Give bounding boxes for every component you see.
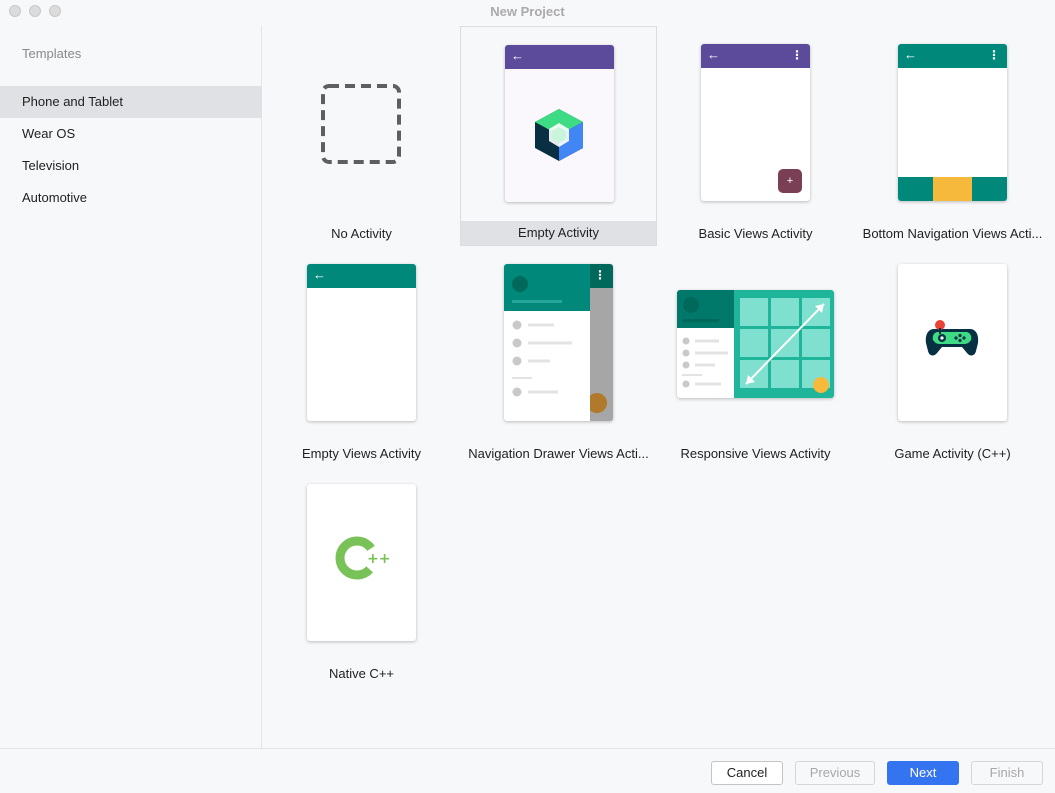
phone-preview: ← ⋮ + — [701, 44, 810, 201]
bottom-navigation-bar — [898, 177, 1007, 201]
cpp-logo-icon: ++ — [335, 536, 390, 580]
game-controller-icon — [925, 320, 979, 356]
app-bar: ⋮ — [590, 264, 613, 288]
sidebar-item-phone-and-tablet[interactable]: Phone and Tablet — [0, 86, 262, 118]
title-bar: New Project — [0, 0, 1055, 24]
phone-preview: ← — [307, 264, 416, 421]
drawer-menu-items — [512, 320, 572, 397]
fab-icon — [587, 393, 607, 413]
sidebar-item-television[interactable]: Television — [0, 150, 262, 182]
next-button[interactable]: Next — [887, 761, 959, 785]
template-label: Navigation Drawer Views Acti... — [468, 446, 649, 461]
finish-button[interactable]: Finish — [971, 761, 1043, 785]
list-items — [682, 337, 728, 388]
back-arrow-icon: ← — [511, 48, 524, 63]
template-gallery: No Activity ← Empty Activity ← ⋮ + Basic… — [263, 26, 1055, 748]
template-category-sidebar: Templates Phone and Tablet Wear OS Telev… — [0, 26, 262, 748]
svg-text:++: ++ — [367, 551, 390, 567]
template-label: Native C++ — [328, 666, 395, 681]
fab-plus-icon: + — [778, 169, 802, 193]
empty-dashed-square-icon — [321, 84, 401, 164]
template-basic-views-activity[interactable]: ← ⋮ + Basic Views Activity — [657, 26, 854, 246]
template-label: Basic Views Activity — [698, 226, 813, 241]
overflow-menu-icon: ⋮ — [594, 268, 606, 282]
drawer-header — [504, 264, 590, 311]
app-bar: ← ⋮ — [701, 44, 810, 68]
back-arrow-icon: ← — [904, 47, 917, 62]
jetpack-compose-logo-icon — [535, 109, 583, 161]
template-responsive-views-activity[interactable]: Responsive Views Activity — [657, 246, 854, 466]
back-arrow-icon: ← — [707, 47, 720, 62]
template-game-activity-cpp[interactable]: Game Activity (C++) — [854, 246, 1051, 466]
avatar — [512, 276, 528, 292]
template-label: Empty Views Activity — [302, 446, 421, 461]
template-label: No Activity — [331, 226, 392, 241]
sidebar-item-automotive[interactable]: Automotive — [0, 182, 262, 214]
template-label: Bottom Navigation Views Acti... — [862, 226, 1043, 241]
dialog-footer: Cancel Previous Next Finish — [0, 748, 1055, 793]
template-empty-views-activity[interactable]: ← Empty Views Activity — [263, 246, 460, 466]
app-bar: ← ⋮ — [898, 44, 1007, 68]
template-native-cpp[interactable]: ++ Native C++ — [263, 466, 460, 686]
app-bar: ← — [505, 45, 614, 69]
app-bar: ← — [307, 264, 416, 288]
template-navigation-drawer-views-activity[interactable]: ⋮ Navigation Drawer Views Acti... — [460, 246, 657, 466]
template-label: Empty Activity — [461, 221, 656, 245]
bottom-navigation-selected-item — [933, 177, 972, 201]
sidebar-item-wear-os[interactable]: Wear OS — [0, 118, 262, 150]
cancel-button[interactable]: Cancel — [711, 761, 783, 785]
tablet-preview — [677, 290, 834, 398]
phone-preview: ← ⋮ — [898, 44, 1007, 201]
template-empty-activity[interactable]: ← Empty Activity — [460, 26, 657, 246]
template-label: Responsive Views Activity — [680, 446, 831, 461]
phone-preview: ← — [505, 45, 614, 202]
back-arrow-icon: ← — [313, 267, 326, 282]
template-no-activity[interactable]: No Activity — [263, 26, 460, 246]
overflow-menu-icon: ⋮ — [988, 48, 1000, 62]
grid-detail-pane — [734, 290, 834, 398]
phone-preview: ++ — [307, 484, 416, 641]
template-label: Game Activity (C++) — [894, 446, 1011, 461]
navigation-drawer — [504, 264, 590, 421]
overflow-menu-icon: ⋮ — [791, 48, 803, 62]
sidebar-heading: Templates — [22, 46, 82, 61]
phone-preview: ⋮ — [504, 264, 613, 421]
previous-button[interactable]: Previous — [795, 761, 875, 785]
phone-preview — [898, 264, 1007, 421]
list-header — [677, 290, 734, 328]
template-bottom-navigation-views-activity[interactable]: ← ⋮ Bottom Navigation Views Acti... — [854, 26, 1051, 246]
window-title: New Project — [490, 4, 565, 19]
new-project-window: New Project Templates Phone and Tablet W… — [0, 0, 1055, 793]
